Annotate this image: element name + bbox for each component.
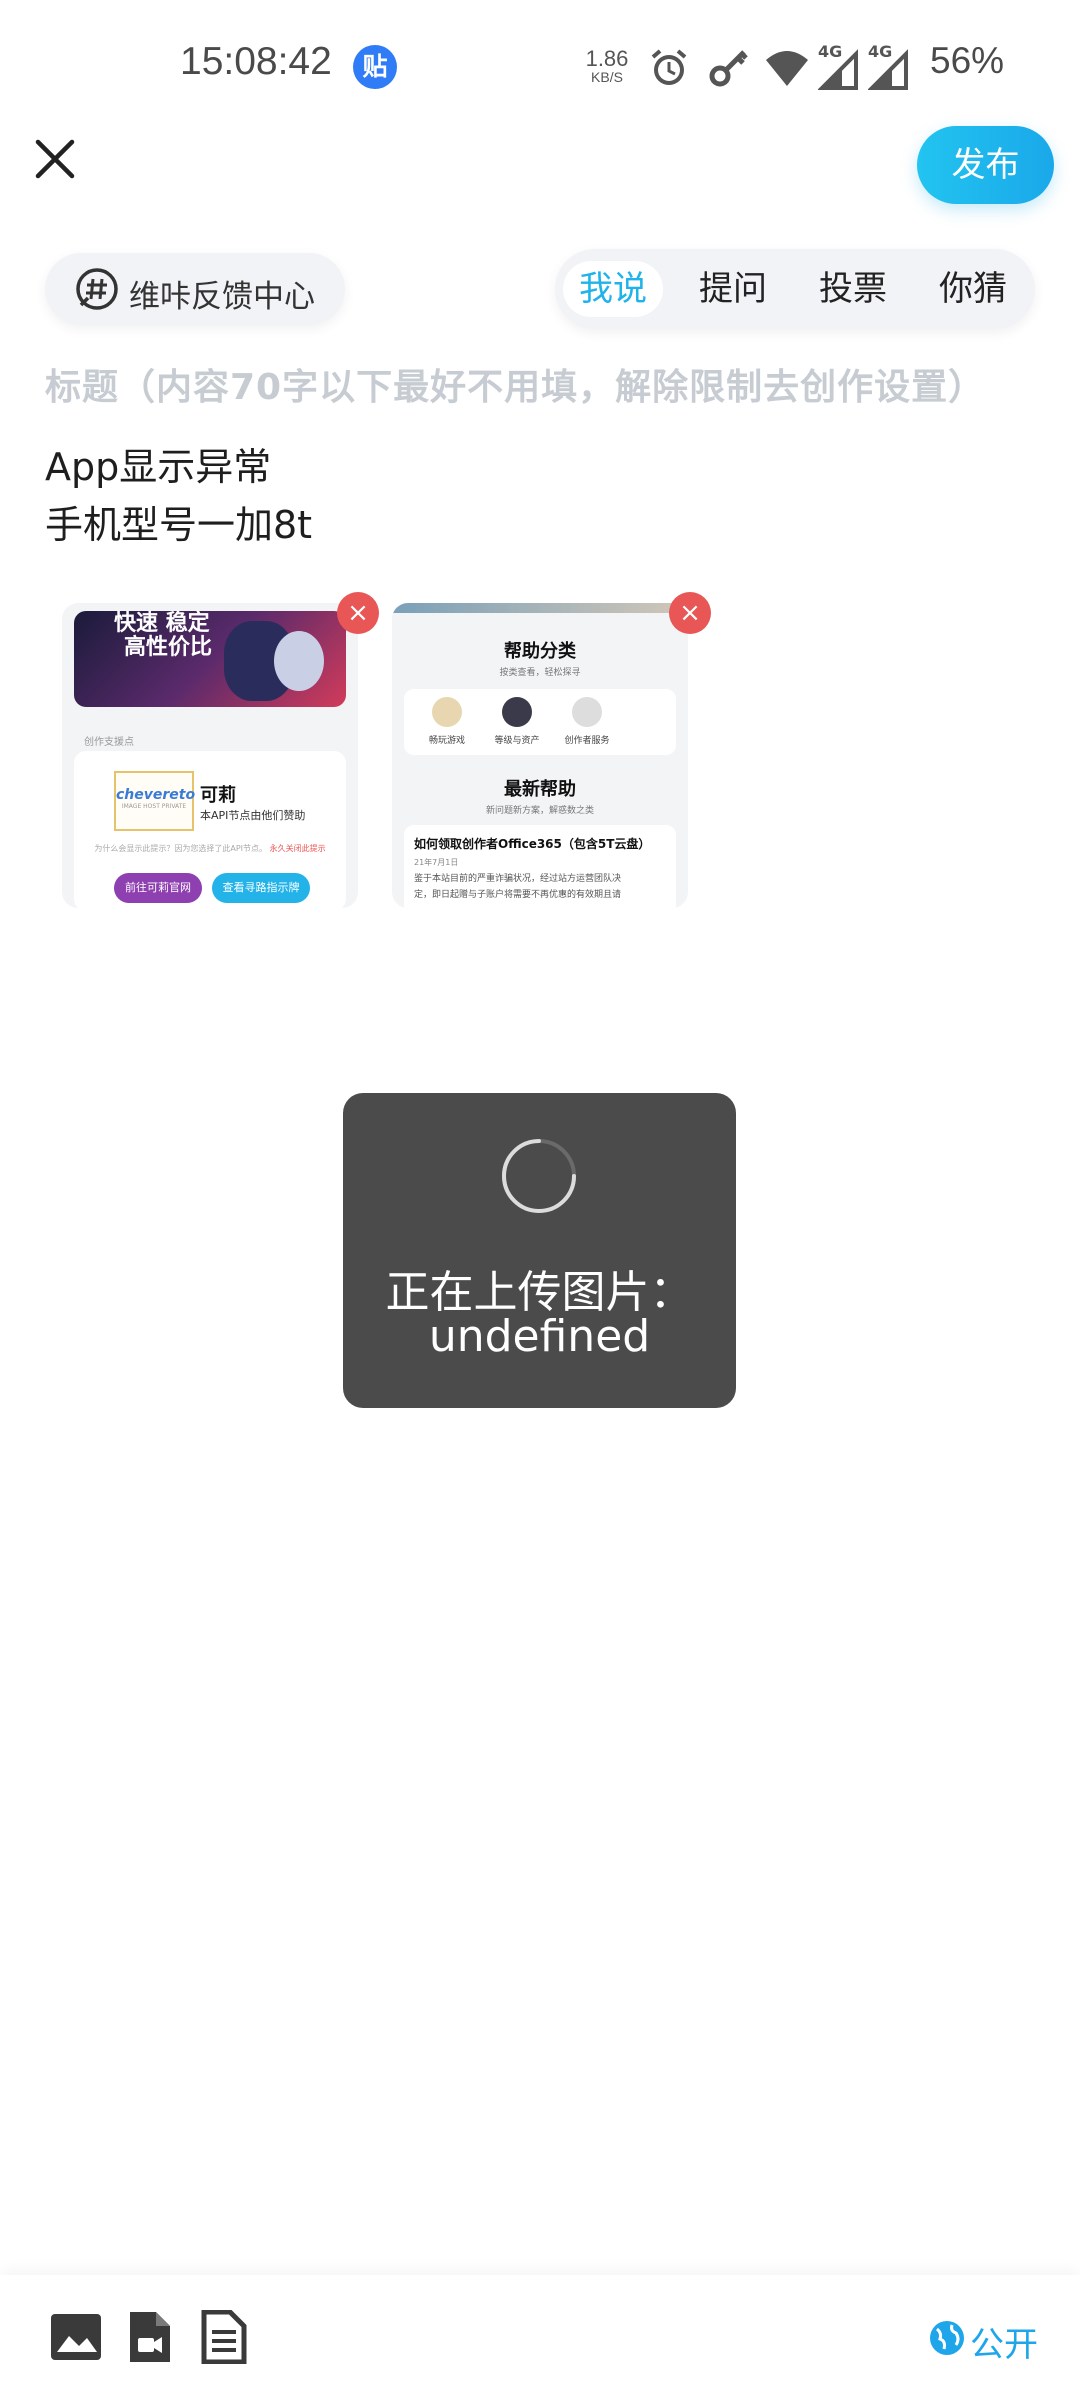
privacy-label: 公开 <box>970 2325 1038 2365</box>
signal-2: 4G <box>867 42 910 90</box>
document-icon[interactable] <box>196 2310 250 2364</box>
vpn-key-icon <box>709 50 748 87</box>
category-label: 畅玩游戏 <box>428 736 465 746</box>
sponsor-logo-sub: IMAGE HOST PRIVATE <box>121 803 187 810</box>
signal-1: 4G <box>817 42 860 90</box>
latest-help-heading: 最新帮助 <box>504 779 576 800</box>
publish-button[interactable]: 发布 <box>917 126 1054 204</box>
tieba-app-icon: 贴 <box>353 45 397 89</box>
body-line: 手机型号一加8t <box>45 503 313 547</box>
close-icon[interactable] <box>30 134 80 184</box>
topic-label: 维咔反馈中心 <box>129 279 315 315</box>
battery-level: 56% <box>930 40 1005 81</box>
tab-ask[interactable]: 提问 <box>683 261 783 317</box>
sponsor-note: 为什么会显示此提示？因为您选择了此API节点。 永久关闭此提示 <box>82 843 338 854</box>
sponsor-site-button: 前往可莉官网 <box>114 873 202 903</box>
sponsor-note-link: 永久关闭此提示 <box>269 844 326 853</box>
banner-image: 快速 稳定 高性价比 <box>74 611 346 707</box>
image-attachment-1[interactable]: 快速 稳定 高性价比 创作支援点 chevereto IMAGE HOST PR… <box>62 603 358 908</box>
network-speed-value: 1.86 <box>585 46 629 71</box>
sponsor-desc: 本API节点由他们赞助 <box>200 809 306 822</box>
sponsor-name: 可莉 <box>200 785 236 806</box>
category-label: 等级与资产 <box>494 736 540 746</box>
sponsor-card: chevereto IMAGE HOST PRIVATE 可莉 本API节点由他… <box>74 751 346 908</box>
bottom-toolbar: 公开 <box>0 2275 1080 2400</box>
category-row: 畅玩游戏 等级与资产 创作者服务 <box>404 689 676 755</box>
signal-1-label: 4G <box>818 42 843 61</box>
image-icon[interactable] <box>49 2310 103 2364</box>
category-avatar <box>432 697 462 727</box>
globe-icon <box>930 2321 964 2355</box>
help-category-heading: 帮助分类 <box>504 641 576 662</box>
sponsor-logo: chevereto IMAGE HOST PRIVATE <box>114 771 196 831</box>
image-attachment-2[interactable]: 帮助分类 按类查看，轻松探寻 畅玩游戏 等级与资产 创作者服务 最新帮助 新问题… <box>392 603 688 908</box>
sponsor-guide-button: 查看寻路指示牌 <box>212 873 310 903</box>
toast-message-detail: undefined <box>428 1311 651 1362</box>
category-avatar <box>572 697 602 727</box>
article-text: 定，即日起赠与子账户将需要不再优惠的有效期且请 <box>414 890 622 900</box>
tab-guess[interactable]: 你猜 <box>923 261 1023 317</box>
signal-2-label: 4G <box>868 42 893 61</box>
tab-say[interactable]: 我说 <box>563 261 663 317</box>
banner-text: 高性价比 <box>124 635 213 660</box>
status-bar: 15:08:42 贴 1.86 KB/S 4G 4G 56% <box>0 0 1080 130</box>
article-card: 如何领取创作者Office365（包含5T云盘） 21年7月1日 鉴于本站目前的… <box>404 825 676 908</box>
article-date: 21年7月1日 <box>414 858 459 867</box>
category-label: 创作者服务 <box>564 736 610 746</box>
remove-attachment-2-button[interactable]: × <box>669 592 711 634</box>
title-input[interactable]: 标题（内容70字以下最好不用填，解除限制去创作设置） <box>45 358 985 410</box>
loading-spinner-icon <box>502 1139 576 1213</box>
post-type-tabs: 我说 提问 投票 你猜 <box>555 249 1035 329</box>
tab-vote[interactable]: 投票 <box>803 261 903 317</box>
category-avatar <box>502 697 532 727</box>
hashtag-icon <box>76 268 118 310</box>
network-speed-unit: KB/S <box>591 69 623 85</box>
latest-help-sub: 新问题新方案，解惑数之类 <box>485 806 594 816</box>
topic-selector[interactable]: 维咔反馈中心 <box>45 253 345 325</box>
article-title: 如何领取创作者Office365（包含5T云盘） <box>414 837 651 851</box>
help-category-sub: 按类查看，轻松探寻 <box>499 668 581 678</box>
alarm-icon <box>651 49 687 85</box>
body-line: App显示异常 <box>45 445 272 489</box>
section-label: 创作支援点 <box>84 737 134 748</box>
upload-toast: 正在上传图片： undefined <box>343 1093 736 1408</box>
wifi-icon <box>766 51 808 86</box>
article-text: 鉴于本站目前的严重诈骗状况，经过站方运营团队决 <box>414 874 622 884</box>
status-time: 15:08:42 <box>180 40 332 83</box>
video-file-icon[interactable] <box>122 2310 176 2364</box>
network-speed: 1.86 KB/S <box>582 46 632 85</box>
remove-attachment-1-button[interactable]: × <box>337 592 379 634</box>
sponsor-logo-text: chevereto <box>116 787 196 803</box>
sponsor-note-text: 为什么会显示此提示？因为您选择了此API节点。 <box>94 844 268 853</box>
body-input[interactable]: App显示异常 手机型号一加8t <box>45 438 312 554</box>
